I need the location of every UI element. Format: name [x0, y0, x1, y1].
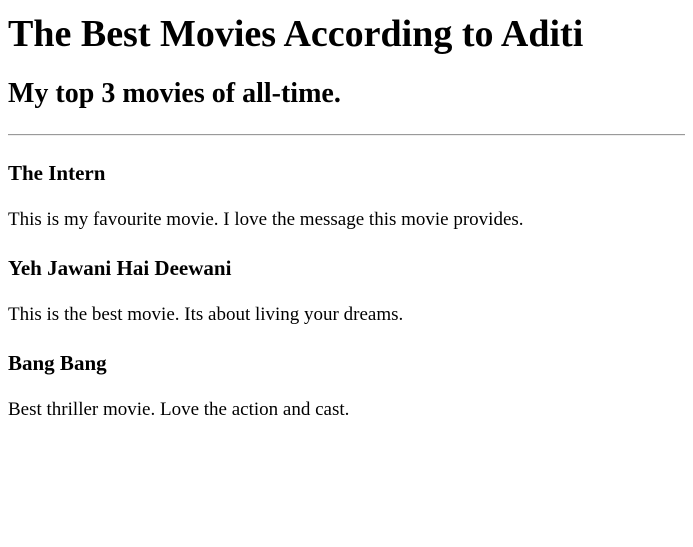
page-subtitle: My top 3 movies of all-time.	[8, 78, 341, 109]
movie-description: This is my favourite movie. I love the m…	[8, 209, 524, 230]
movie-title: Bang Bang	[8, 351, 107, 375]
movie-description: This is the best movie. Its about living…	[8, 304, 404, 325]
page-body: The Best Movies According to Aditi My to…	[0, 12, 693, 421]
movie-item: Bang Bang Best thriller movie. Love the …	[8, 351, 685, 421]
movie-item: The Intern This is my favourite movie. I…	[8, 161, 685, 231]
movie-item: Yeh Jawani Hai Deewani This is the best …	[8, 256, 685, 326]
movie-title: The Intern	[8, 161, 106, 185]
divider	[8, 134, 685, 136]
movie-description: Best thriller movie. Love the action and…	[8, 399, 350, 420]
movie-title: Yeh Jawani Hai Deewani	[8, 256, 232, 280]
movie-list: The Intern This is my favourite movie. I…	[8, 161, 685, 421]
page-title: The Best Movies According to Aditi	[8, 13, 584, 55]
